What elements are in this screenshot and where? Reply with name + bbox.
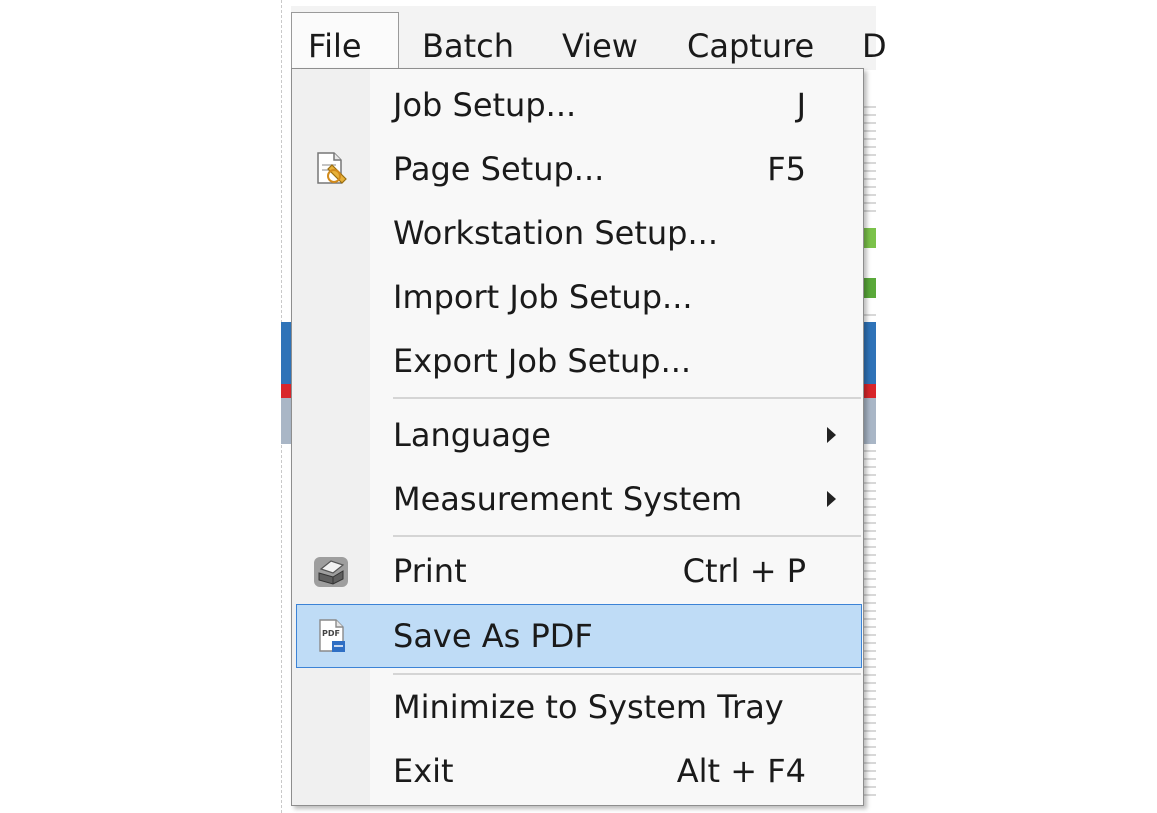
menu-item-export-job-setup[interactable]: Export Job Setup... [292,329,863,393]
menu-item-workstation-setup[interactable]: Workstation Setup... [292,201,863,265]
menu-item-shortcut: F5 [767,150,806,188]
page-setup-icon [310,149,352,189]
menu-item-label: Measurement System [393,480,743,518]
menu-item-label: Workstation Setup... [393,214,718,252]
submenu-arrow-icon [827,491,836,507]
background-green-marks-right [862,218,876,308]
menu-item-label: Import Job Setup... [393,278,693,316]
menu-item-shortcut: J [796,86,806,124]
menu-item-page-setup[interactable]: Page Setup... F5 [292,137,863,201]
background-blue-band-right [862,322,876,384]
menu-batch[interactable]: Batch [406,14,530,70]
menu-item-save-as-pdf[interactable]: PDF Save As PDF [296,604,862,668]
menu-item-label: Save As PDF [393,617,593,655]
svg-text:PDF: PDF [322,629,340,638]
menu-item-label: Page Setup... [393,150,605,188]
menu-item-import-job-setup[interactable]: Import Job Setup... [292,265,863,329]
menu-item-label: Print [393,552,467,590]
menu-view[interactable]: View [546,14,654,70]
background-grey-band-right [862,398,876,444]
menu-bar: File Batch View Capture D [291,6,887,76]
menu-item-language[interactable]: Language [292,403,863,467]
menu-item-print[interactable]: Print Ctrl + P [292,539,863,603]
menu-capture[interactable]: Capture [671,14,830,70]
menu-separator [393,397,861,399]
submenu-arrow-icon [827,427,836,443]
printer-icon [310,551,352,591]
menu-item-label: Language [393,416,551,454]
menu-item-shortcut: Alt + F4 [676,752,806,790]
menu-item-exit[interactable]: Exit Alt + F4 [292,739,863,803]
menu-d-truncated[interactable]: D [846,14,903,70]
menu-item-measurement-system[interactable]: Measurement System [292,467,863,531]
background-content-edge [862,100,876,800]
menu-item-label: Job Setup... [393,86,577,124]
menu-file[interactable]: File [291,12,399,76]
menu-item-label: Minimize to System Tray [393,688,784,726]
menu-item-job-setup[interactable]: Job Setup... J [292,73,863,137]
menu-separator [393,535,861,537]
pdf-icon: PDF [311,616,353,656]
background-red-band-right [862,384,876,398]
menu-item-label: Exit [393,752,454,790]
menu-item-shortcut: Ctrl + P [682,552,806,590]
menu-item-label: Export Job Setup... [393,342,692,380]
menu-item-minimize-to-tray[interactable]: Minimize to System Tray [292,675,863,739]
file-menu-dropdown: Job Setup... J Page Setup... F5 Workstat… [291,68,864,806]
